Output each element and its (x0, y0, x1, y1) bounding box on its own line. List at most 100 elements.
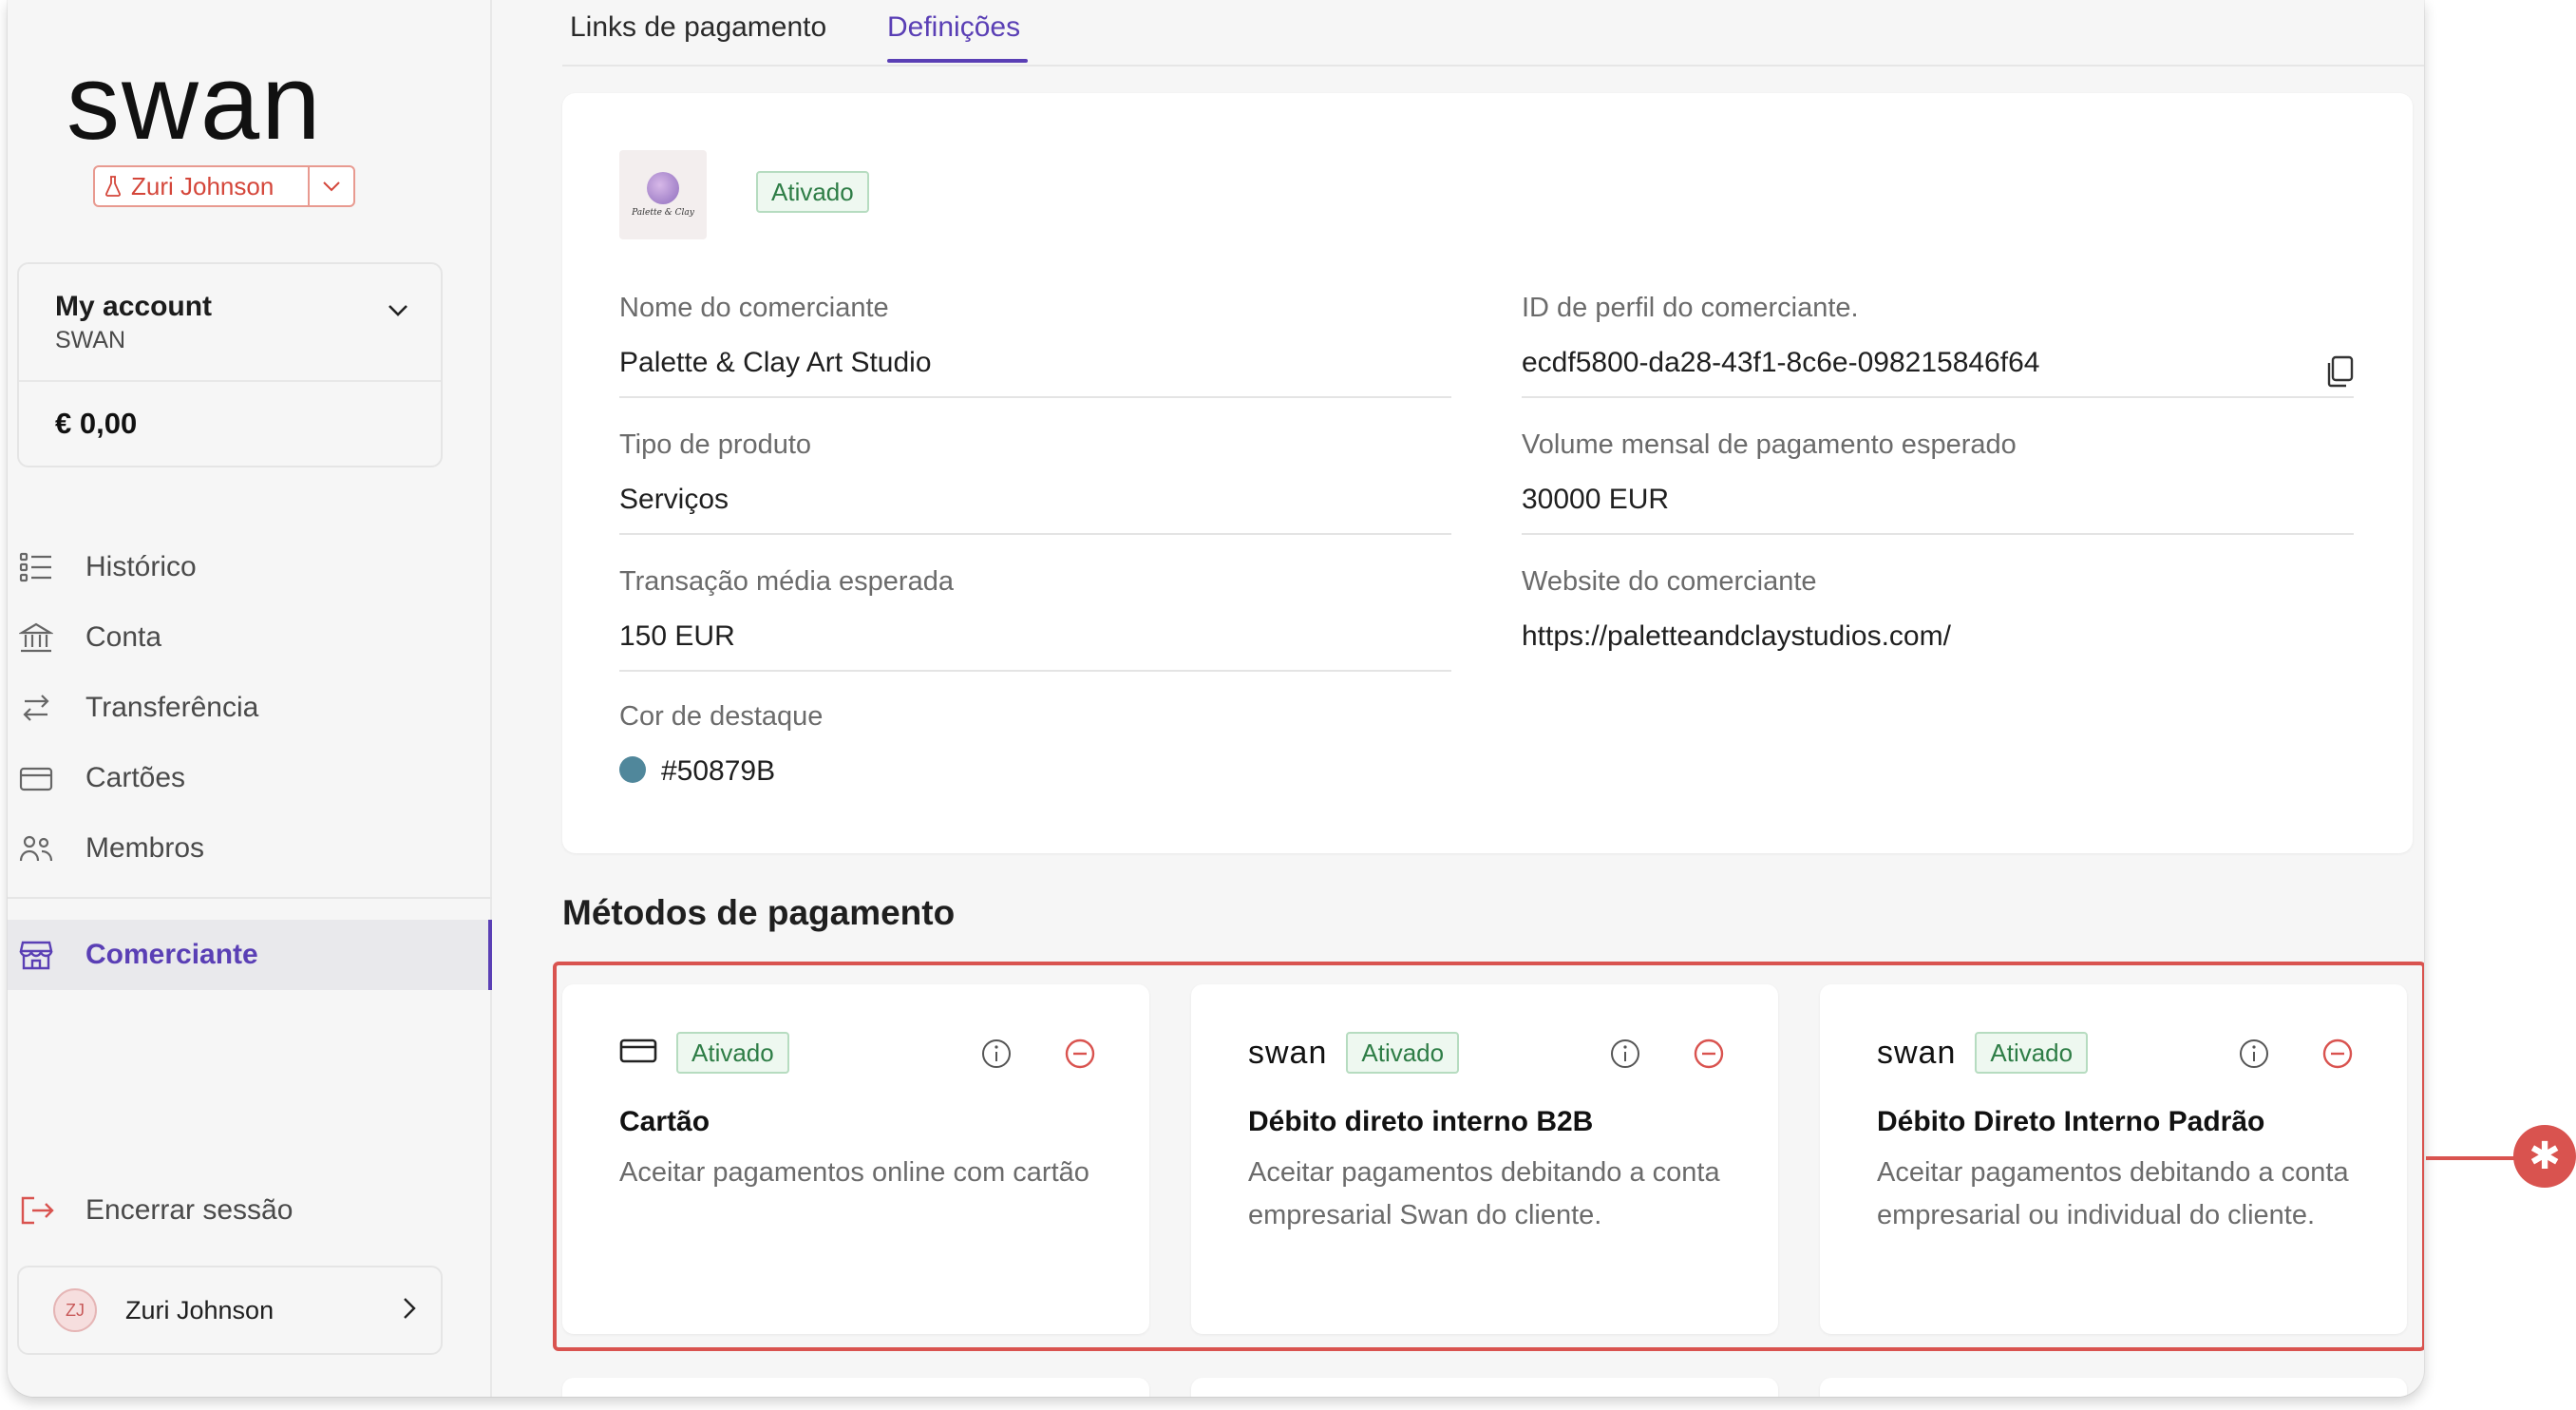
field-label: Tipo de produto (619, 429, 812, 460)
nav-item-cartoes[interactable]: Cartões (8, 743, 492, 813)
swan-logo: swan (1248, 1034, 1328, 1071)
chevron-right-icon (403, 1297, 416, 1324)
user-name: Zuri Johnson (125, 1295, 275, 1324)
field-value[interactable]: ecdf5800-da28-43f1-8c6e-098215846f64 (1522, 347, 2354, 379)
field-value[interactable]: https://paletteandclaystudios.com/ (1522, 620, 2354, 653)
nav-label: Comerciante (85, 939, 258, 970)
field-label: Volume mensal de pagamento esperado (1522, 429, 2017, 460)
nav-item-comerciante[interactable]: Comerciante (8, 920, 492, 990)
transfer-arrows-icon (19, 689, 63, 727)
remove-icon[interactable] (1064, 1038, 1096, 1075)
account-balance: € 0,00 (55, 407, 138, 440)
status-badge: Ativado (1975, 1032, 2089, 1074)
logo-script: Palette & Clay (632, 208, 694, 218)
logout-label: Encerrar sessão (85, 1194, 294, 1226)
tab-bar: Links de pagamento Definições (562, 0, 2424, 67)
field-value: #50879B (661, 755, 776, 787)
members-icon (19, 829, 63, 867)
section-title: Métodos de pagamento (562, 893, 956, 932)
field-label: Cor de destaque (619, 701, 824, 732)
field-value: Palette & Clay Art Studio (619, 347, 932, 378)
project-name: Zuri Johnson (131, 171, 275, 200)
field-label: ID de perfil do comerciante. (1522, 293, 1859, 323)
logout-button[interactable]: Encerrar sessão (19, 1191, 293, 1229)
remove-icon[interactable] (2321, 1038, 2354, 1075)
copy-icon[interactable] (2325, 355, 2354, 392)
status-badge: Ativado (676, 1032, 789, 1074)
swan-logo[interactable]: swan (66, 49, 399, 156)
field-label: Nome do comerciante (619, 293, 889, 323)
field-average-transaction: Transação média esperada 150 EUR (619, 566, 1451, 672)
sidebar: swan Zuri Johnson My account SWAN € 0,00 (8, 0, 492, 1397)
payment-method-card: Ativado Cartão Aceitar pagamentos online… (562, 984, 1149, 1334)
payment-method-card-partial (562, 1378, 1149, 1397)
field-label: Transação média esperada (619, 566, 954, 597)
card-icon (19, 759, 63, 797)
field-merchant-name: Nome do comerciante Palette & Clay Art S… (619, 293, 1451, 398)
nav-item-historico[interactable]: Histórico (8, 532, 492, 602)
callout-line (2426, 1156, 2515, 1160)
nav-label: Transferência (85, 692, 259, 723)
nav-label: Cartões (85, 762, 186, 793)
payment-method-description: Aceitar pagamentos debitando a conta emp… (1248, 1157, 1720, 1230)
field-product-type: Tipo de produto Serviços (619, 429, 1451, 535)
chevron-down-icon[interactable] (310, 181, 353, 192)
app-window: swan Zuri Johnson My account SWAN € 0,00 (8, 0, 2424, 1397)
account-selector[interactable]: My account SWAN € 0,00 (17, 262, 443, 467)
payment-method-title: Cartão (619, 1106, 710, 1137)
status-badge: Ativado (756, 171, 869, 213)
logo-text: swan (66, 43, 323, 162)
nav-item-transferencia[interactable]: Transferência (8, 673, 492, 743)
field-accent-color: Cor de destaque #50879B (619, 701, 1451, 788)
tab-settings[interactable]: Definições (887, 11, 1020, 44)
account-title: My account (55, 291, 213, 322)
info-icon[interactable] (2238, 1038, 2270, 1075)
tab-payment-links[interactable]: Links de pagamento (570, 11, 826, 44)
payment-method-card: swan Ativado Débito direto interno B2B A… (1191, 984, 1778, 1334)
account-subtitle: SWAN (55, 327, 126, 353)
info-icon[interactable] (1609, 1038, 1641, 1075)
account-header: My account SWAN (19, 264, 441, 382)
user-profile-button[interactable]: ZJ Zuri Johnson (17, 1266, 443, 1355)
active-tab-underline (887, 59, 1028, 63)
merchant-logo: Palette & Clay (619, 150, 707, 239)
payment-method-card-partial (1191, 1378, 1778, 1397)
payment-method-description: Aceitar pagamentos online com cartão (619, 1157, 1089, 1188)
list-icon (19, 548, 63, 586)
nav-label: Histórico (85, 551, 197, 582)
nav-item-conta[interactable]: Conta (8, 602, 492, 673)
logout-icon (19, 1194, 63, 1227)
payment-method-card-partial (1820, 1378, 2407, 1397)
store-icon (19, 936, 63, 974)
nav-divider (8, 897, 492, 899)
payment-method-title: Débito direto interno B2B (1248, 1106, 1594, 1137)
payment-method-title: Débito Direto Interno Padrão (1877, 1106, 2265, 1137)
logo-mark (647, 172, 679, 204)
flask-icon (95, 176, 131, 197)
field-merchant-id: ID de perfil do comerciante. ecdf5800-da… (1522, 293, 2354, 398)
field-value: 30000 EUR (1522, 484, 1670, 515)
merchant-profile-card: Palette & Clay Ativado Nome do comercian… (562, 93, 2413, 853)
info-icon[interactable] (980, 1038, 1013, 1075)
field-value: Serviços (619, 484, 729, 515)
field-label: Website do comerciante (1522, 566, 1817, 597)
nav-label: Membros (85, 832, 205, 864)
field-monthly-volume: Volume mensal de pagamento esperado 3000… (1522, 429, 2354, 535)
nav-label: Conta (85, 621, 162, 653)
project-switcher[interactable]: Zuri Johnson (93, 165, 355, 207)
bank-icon (19, 619, 63, 657)
main-nav: Histórico Conta Transferência Cartões Me… (8, 532, 492, 884)
callout-marker: ✱ (2513, 1125, 2576, 1188)
payment-method-description: Aceitar pagamentos debitando a conta emp… (1877, 1157, 2349, 1230)
active-indicator (488, 920, 492, 990)
remove-icon[interactable] (1693, 1038, 1725, 1075)
nav-item-membros[interactable]: Membros (8, 813, 492, 884)
swan-logo: swan (1877, 1034, 1957, 1071)
payment-method-card: swan Ativado Débito Direto Interno Padrã… (1820, 984, 2407, 1334)
avatar: ZJ (53, 1288, 97, 1332)
field-value: 150 EUR (619, 620, 735, 652)
status-badge: Ativado (1346, 1032, 1460, 1074)
chevron-down-icon[interactable] (388, 304, 408, 322)
card-icon (619, 1037, 657, 1070)
color-swatch (619, 756, 646, 783)
